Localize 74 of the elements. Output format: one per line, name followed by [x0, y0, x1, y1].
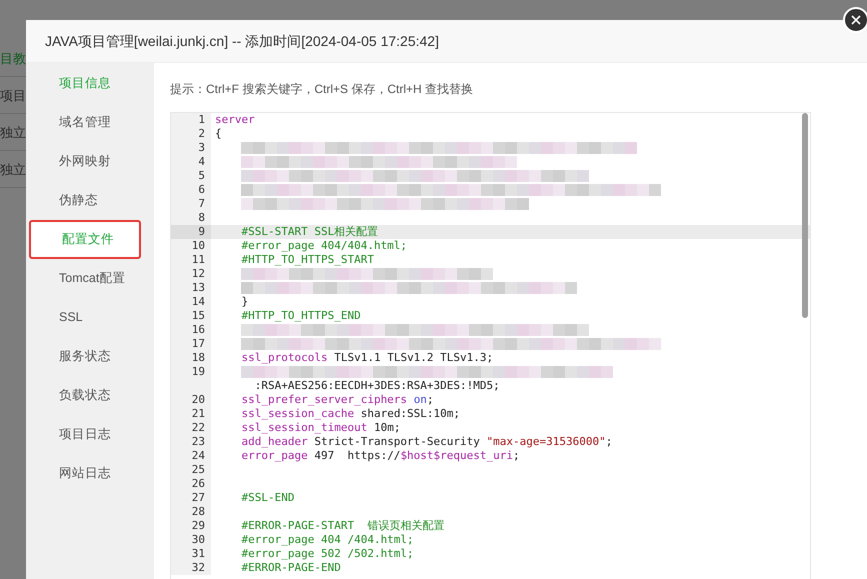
code-text: Strict-Transport-Security: [313, 435, 481, 449]
line-number: 23: [171, 435, 211, 449]
code-editor[interactable]: [170, 112, 811, 579]
line-number: 17: [171, 337, 211, 351]
code-string: "max-age=31536000": [486, 435, 606, 449]
line-number: 31: [171, 547, 211, 561]
code-text: ;: [513, 449, 520, 463]
dialog-title: JAVA项目管理[weilai.junkj.cn] -- 添加时间[2024-04-05 17:25:42]: [45, 32, 439, 51]
close-button[interactable]: [843, 7, 867, 33]
code-variable: $host$request_uri: [400, 449, 514, 463]
code-text: 497 https://: [313, 449, 400, 463]
code-text: }: [240, 295, 248, 309]
code-comment: #HTTP_TO_HTTPS_START: [240, 253, 374, 267]
line-number: 18: [171, 351, 211, 365]
code-comment: #SSL-START SSL相关配置: [240, 225, 378, 239]
code-keyword: ssl_session_timeout: [240, 421, 368, 435]
line-number: 24: [171, 449, 211, 463]
code-text: ;: [606, 435, 612, 449]
code-keyword: ssl_prefer_server_ciphers: [240, 393, 408, 407]
code-keyword: add_header: [240, 435, 308, 449]
code-comment: #error_page 404 /404.html;: [240, 533, 414, 547]
code-comment: #error_page 404/404.html;: [240, 239, 408, 253]
line-number: 32: [171, 561, 211, 575]
line-number: 10: [171, 239, 211, 253]
line-number: 28: [171, 505, 211, 519]
code-comment: #error_page 502 /502.html;: [240, 547, 414, 561]
code-comment: #SSL-END: [240, 491, 294, 505]
scrollbar-thumb[interactable]: [802, 113, 808, 318]
sidebar-tab[interactable]: SSL: [26, 298, 154, 337]
sidebar-tab[interactable]: Tomcat配置: [26, 259, 154, 298]
line-number: 7: [171, 197, 211, 211]
line-number: 25: [171, 463, 211, 477]
line-number: 4: [171, 155, 211, 169]
line-number: 6: [171, 183, 211, 197]
hint-text: 提示：Ctrl+F 搜索关键字，Ctrl+S 保存，Ctrl+H 查找替换: [170, 81, 474, 98]
sidebar-tab[interactable]: 网站日志: [26, 454, 154, 493]
code-comment: #HTTP_TO_HTTPS_END: [240, 309, 361, 323]
sidebar-tab[interactable]: 服务状态: [26, 337, 154, 376]
line-number: 1: [171, 113, 211, 127]
code-keyword: ssl_protocols: [240, 351, 328, 365]
line-number: 11: [171, 253, 211, 267]
sidebar-tab[interactable]: 负载状态: [26, 376, 154, 415]
code-keyword: error_page: [240, 449, 308, 463]
line-number: 30: [171, 533, 211, 547]
sidebar-tab[interactable]: 项目日志: [26, 415, 154, 454]
code-text: ;: [426, 393, 434, 407]
line-number: 9: [171, 225, 211, 239]
line-number: 29: [171, 519, 211, 533]
code-text: :RSA+AES256:EECDH+3DES:RSA+3DES:!MD5;: [254, 379, 500, 393]
line-number: 14: [171, 295, 211, 309]
code-keyword: server: [215, 113, 255, 127]
line-number: 3: [171, 141, 211, 155]
code-text: {: [215, 127, 222, 141]
line-number: 16: [171, 323, 211, 337]
line-number: 21: [171, 407, 211, 421]
line-number: 20: [171, 393, 211, 407]
code-comment: #ERROR-PAGE-START 错误页相关配置: [240, 519, 444, 533]
code-value: on: [414, 393, 427, 407]
close-icon: [851, 15, 861, 25]
code-text: TLSv1.1 TLSv1.2 TLSv1.3;: [333, 351, 494, 365]
line-number: 5: [171, 169, 211, 183]
line-number: 26: [171, 477, 211, 491]
line-number: 15: [171, 309, 211, 323]
code-text: shared:SSL:10m;: [360, 407, 460, 421]
code-comment: #ERROR-PAGE-END: [240, 561, 341, 575]
code-text: 10m;: [372, 421, 400, 435]
code-keyword: ssl_session_cache: [240, 407, 354, 421]
line-number: 2: [171, 127, 211, 141]
line-number: 22: [171, 421, 211, 435]
line-number: 19: [171, 365, 211, 379]
line-number: 13: [171, 281, 211, 295]
line-number: 12: [171, 267, 211, 281]
line-number: 8: [171, 211, 211, 225]
line-number: 27: [171, 491, 211, 505]
